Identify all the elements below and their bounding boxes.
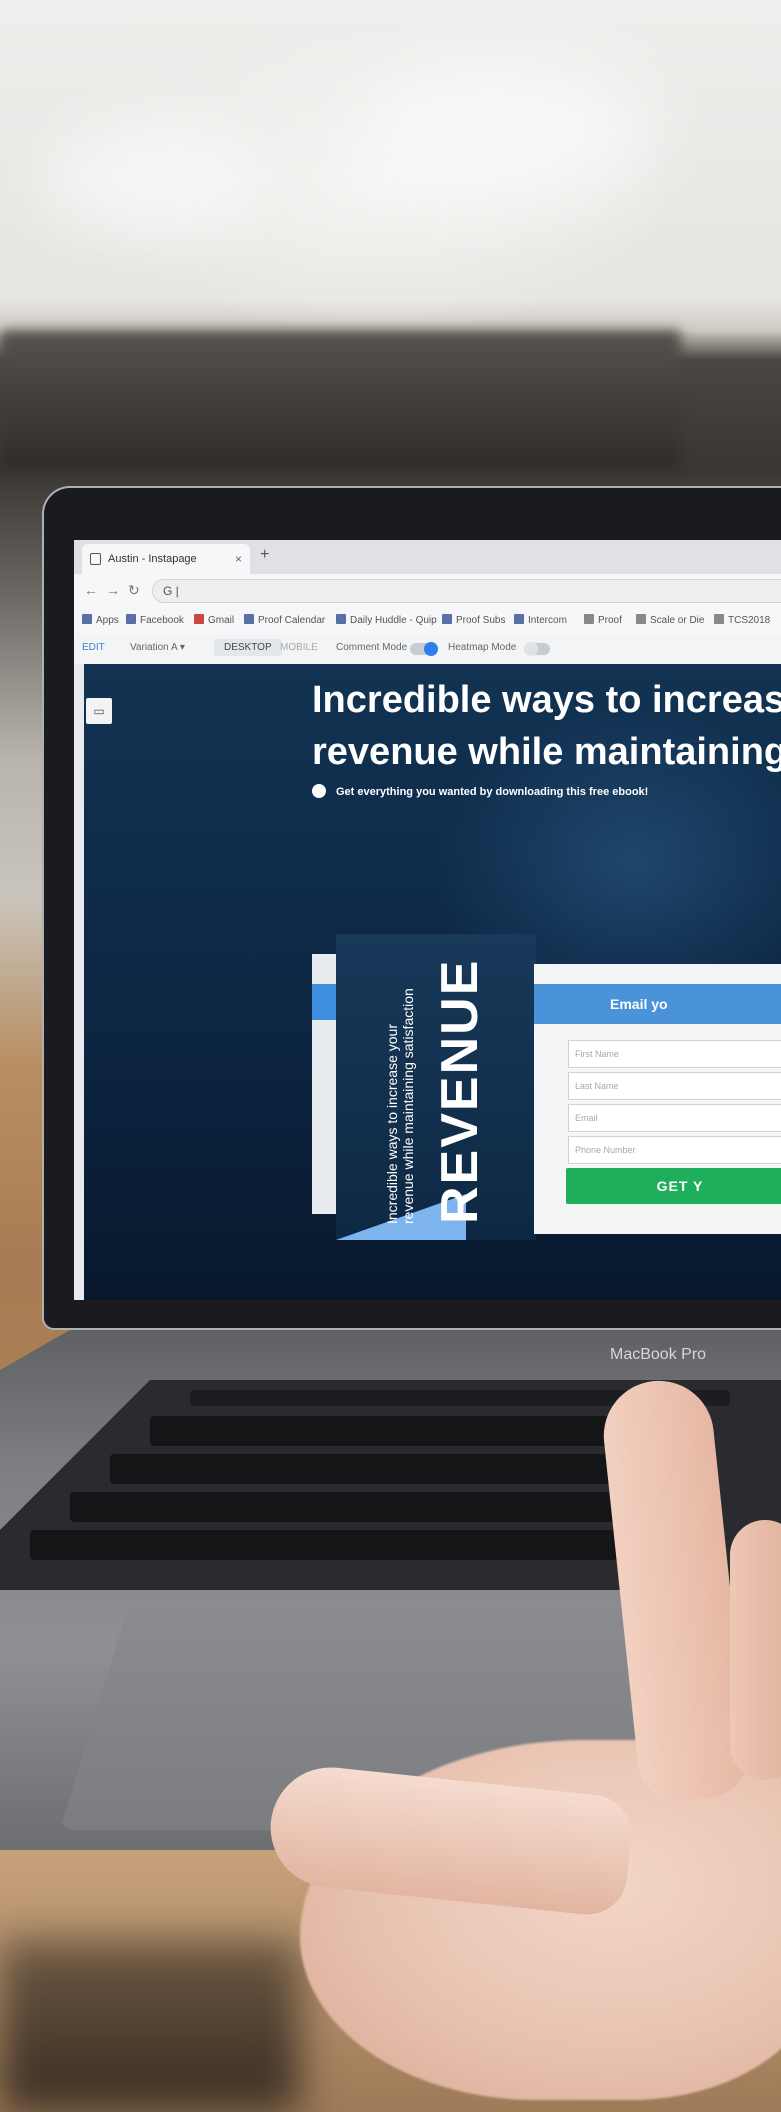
bookmark-daily-huddle[interactable]: Daily Huddle - Quip xyxy=(336,614,437,626)
desktop-tab[interactable]: DESKTOP xyxy=(214,639,282,656)
calendar-icon xyxy=(244,614,254,624)
toggle-knob xyxy=(424,642,438,656)
folder-icon xyxy=(714,614,724,624)
comment-mode-toggle[interactable] xyxy=(410,642,438,656)
reload-icon[interactable]: ↻ xyxy=(128,582,140,599)
bookmarks-bar: Apps Facebook Gmail Proof Calendar Daily… xyxy=(74,608,781,635)
bookmark-apps[interactable]: Apps xyxy=(82,614,119,626)
apps-icon xyxy=(82,614,92,624)
comment-icon[interactable]: ▭ xyxy=(86,698,112,724)
variation-select[interactable]: Variation A ▾ xyxy=(130,642,185,653)
bookmark-scale-or-die[interactable]: Scale or Die xyxy=(636,614,704,626)
ebook-tagline-1: Incredible ways to increase your xyxy=(384,1024,400,1224)
form-header: Email yo xyxy=(534,984,781,1024)
key-row xyxy=(30,1530,710,1560)
editor-toolbar: EDIT Variation A ▾ DESKTOP MOBILE Commen… xyxy=(74,634,781,665)
bookmark-intercom[interactable]: Intercom xyxy=(514,614,567,626)
back-icon[interactable]: ← xyxy=(84,582,98,598)
ebook-tagline-2: revenue while maintaining satisfaction xyxy=(400,988,416,1224)
folder-icon xyxy=(584,614,594,624)
laptop-model-label: MacBook Pro xyxy=(610,1346,707,1363)
heatmap-mode-toggle[interactable] xyxy=(524,642,550,656)
first-name-field[interactable]: First Name xyxy=(568,1040,781,1068)
bookmark-facebook[interactable]: Facebook xyxy=(126,614,184,626)
ebook-spine-accent xyxy=(312,984,336,1020)
intercom-icon xyxy=(514,614,524,624)
background-shelf xyxy=(0,330,681,470)
hand-middle-finger xyxy=(730,1520,781,1780)
laptop-screen: Austin - Instapage × + ← → ↻ G | Apps Fa… xyxy=(74,540,781,1300)
bookmark-proof-calendar[interactable]: Proof Calendar xyxy=(244,614,325,626)
background-blur xyxy=(40,120,260,240)
mobile-tab[interactable]: MOBILE xyxy=(280,642,318,653)
browser-tab-bar: Austin - Instapage × + xyxy=(74,540,781,574)
table-shadow xyxy=(0,1940,300,2112)
page-headline: Incredible ways to increase y revenue wh… xyxy=(312,679,781,773)
close-icon[interactable]: × xyxy=(235,544,242,574)
facebook-icon xyxy=(126,614,136,624)
bookmark-proof[interactable]: Proof xyxy=(584,614,622,626)
bookmark-tcs2018[interactable]: TCS2018 xyxy=(714,614,770,626)
comment-mode-label: Comment Mode xyxy=(336,642,408,653)
page-icon xyxy=(90,553,101,565)
background-blur xyxy=(360,60,660,200)
page-subheadline: Get everything you wanted by downloading… xyxy=(312,784,648,798)
quip-icon xyxy=(336,614,346,624)
landing-page-canvas: ▭ Incredible ways to increase y revenue … xyxy=(74,664,781,1300)
phone-field[interactable]: Phone Number xyxy=(568,1136,781,1164)
heatmap-mode-label: Heatmap Mode xyxy=(448,642,517,653)
toggle-knob xyxy=(524,642,538,656)
last-name-field[interactable]: Last Name xyxy=(568,1072,781,1100)
url-input[interactable]: G | xyxy=(152,579,781,603)
browser-tab[interactable]: Austin - Instapage × xyxy=(82,544,250,574)
folder-icon xyxy=(636,614,646,624)
bullet-icon xyxy=(312,784,326,798)
ebook-title: REVENUE xyxy=(431,958,489,1224)
lead-form: Email yo First Name Last Name Email Phon… xyxy=(534,964,781,1234)
bookmark-gmail[interactable]: Gmail xyxy=(194,614,234,626)
forward-icon[interactable]: → xyxy=(106,582,120,598)
address-bar: ← → ↻ G | xyxy=(74,574,781,608)
editor-left-rail xyxy=(74,664,84,1300)
submit-button[interactable]: GET Y xyxy=(566,1168,781,1204)
gmail-icon xyxy=(194,614,204,624)
bookmark-proof-subs[interactable]: Proof Subs xyxy=(442,614,505,626)
facebook-icon xyxy=(442,614,452,624)
new-tab-button[interactable]: + xyxy=(260,546,269,564)
edit-button[interactable]: EDIT xyxy=(82,642,105,653)
email-field[interactable]: Email xyxy=(568,1104,781,1132)
tab-title: Austin - Instapage xyxy=(108,553,197,565)
